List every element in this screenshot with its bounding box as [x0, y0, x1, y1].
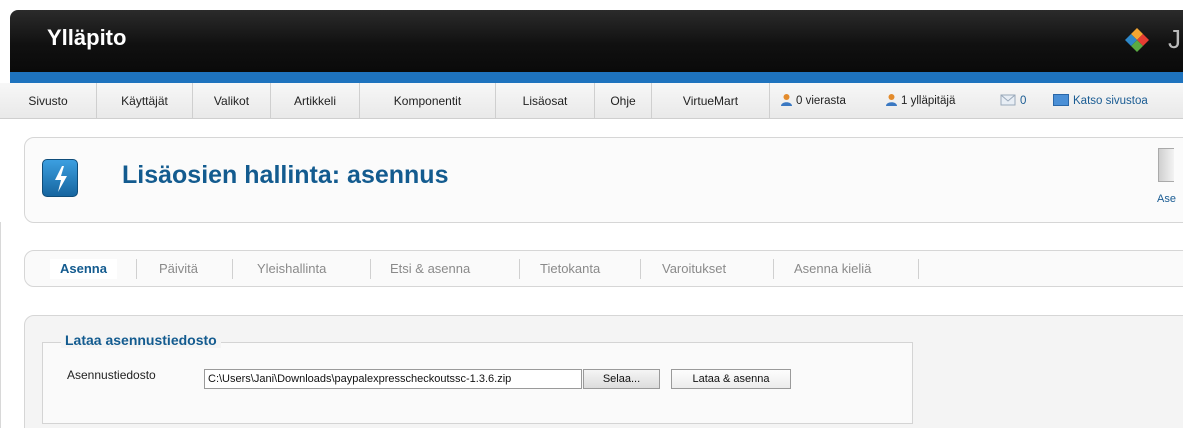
page-title: Lisäosien hallinta: asennus	[122, 161, 449, 189]
install-file-label: Asennustiedosto	[67, 368, 156, 382]
monitor-icon	[1053, 94, 1069, 106]
menu-bar: Sivusto Käyttäjät Valikot Artikkeli Komp…	[0, 83, 1183, 119]
tab-etsi-asenna[interactable]: Etsi & asenna	[390, 259, 470, 279]
visitors-count: 0 vierasta	[796, 95, 846, 107]
tab-tietokanta[interactable]: Tietokanta	[540, 259, 600, 279]
view-site-label: Katso sivustoa	[1073, 95, 1148, 107]
upload-panel: Lataa asennustiedosto Asennustiedosto C:…	[24, 315, 1183, 428]
tab-separator	[370, 259, 371, 279]
tab-separator	[918, 259, 919, 279]
upload-legend: Lataa asennustiedosto	[61, 332, 221, 348]
tab-separator	[136, 259, 137, 279]
upload-install-button[interactable]: Lataa & asenna	[671, 369, 791, 389]
tab-separator	[232, 259, 233, 279]
menu-item-virtuemart[interactable]: VirtueMart	[652, 83, 770, 119]
messages-status[interactable]: 0	[1000, 83, 1026, 119]
header-strip	[10, 72, 1183, 83]
install-tabs: Asenna Päivitä Yleishallinta Etsi & asen…	[24, 250, 1183, 287]
tab-varoitukset[interactable]: Varoitukset	[662, 259, 726, 279]
admin-user-icon	[886, 94, 897, 106]
admin-title: Ylläpito	[47, 25, 127, 50]
tab-separator	[773, 259, 774, 279]
logo-letter: J	[1168, 24, 1181, 54]
message-icon	[1000, 94, 1016, 106]
tab-paivita[interactable]: Päivitä	[159, 259, 198, 279]
left-divider	[0, 222, 1, 428]
menu-item-kayttajat[interactable]: Käyttäjät	[97, 83, 193, 119]
menu-item-ohje[interactable]: Ohje	[595, 83, 652, 119]
messages-count: 0	[1020, 95, 1027, 107]
extension-manager-icon	[42, 159, 78, 197]
admin-header: Ylläpito J	[10, 10, 1183, 72]
page-title-panel: Lisäosien hallinta: asennus Ase	[24, 137, 1183, 223]
user-icon	[781, 94, 792, 106]
menu-item-artikkeli[interactable]: Artikkeli	[271, 83, 360, 119]
tab-separator	[640, 259, 641, 279]
browse-button[interactable]: Selaa...	[583, 369, 660, 389]
menu-item-komponentit[interactable]: Komponentit	[360, 83, 496, 119]
menu-item-lisaosat[interactable]: Lisäosat	[496, 83, 595, 119]
menu-item-sivusto[interactable]: Sivusto	[0, 83, 97, 119]
install-file-input[interactable]: C:\Users\Jani\Downloads\paypalexpressche…	[204, 369, 582, 389]
admins-status: 1 ylläpitäjä	[885, 83, 955, 119]
menu-item-valikot[interactable]: Valikot	[193, 83, 271, 119]
toolbar-options-icon[interactable]	[1158, 148, 1174, 182]
admins-count: 1 ylläpitäjä	[901, 95, 956, 107]
tab-separator	[519, 259, 520, 279]
tab-asenna[interactable]: Asenna	[50, 259, 117, 279]
view-site-link[interactable]: Katso sivustoa	[1053, 83, 1148, 119]
upload-fieldset: Lataa asennustiedosto Asennustiedosto C:…	[42, 332, 913, 424]
tab-asenna-kielia[interactable]: Asenna kieliä	[794, 259, 871, 279]
tab-yleishallinta[interactable]: Yleishallinta	[257, 259, 326, 279]
toolbar-options-label[interactable]: Ase	[1157, 193, 1176, 205]
visitors-status: 0 vierasta	[780, 83, 846, 119]
